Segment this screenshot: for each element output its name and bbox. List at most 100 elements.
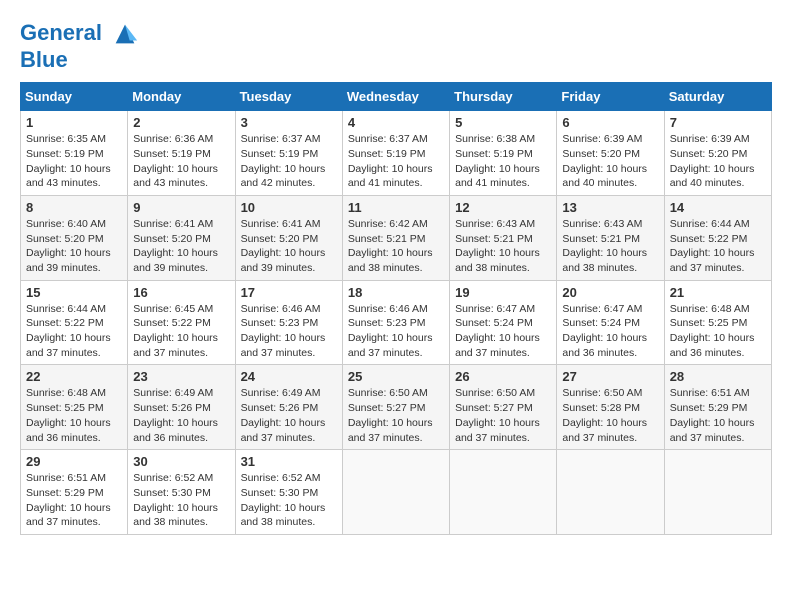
- sunrise-label: Sunrise: 6:39 AM: [670, 133, 750, 145]
- daylight-label: Daylight: 10 hours and 41 minutes.: [348, 163, 433, 190]
- daylight-label: Daylight: 10 hours and 43 minutes.: [133, 163, 218, 190]
- calendar-week-1: 1 Sunrise: 6:35 AM Sunset: 5:19 PM Dayli…: [21, 111, 772, 196]
- sunrise-label: Sunrise: 6:50 AM: [348, 387, 428, 399]
- weekday-friday: Friday: [557, 83, 664, 111]
- day-info: Sunrise: 6:47 AM Sunset: 5:24 PM Dayligh…: [562, 302, 658, 361]
- daylight-label: Daylight: 10 hours and 36 minutes.: [670, 332, 755, 359]
- sunset-label: Sunset: 5:23 PM: [241, 317, 319, 329]
- daylight-label: Daylight: 10 hours and 39 minutes.: [26, 247, 111, 274]
- day-cell-1: 1 Sunrise: 6:35 AM Sunset: 5:19 PM Dayli…: [21, 111, 128, 196]
- sunset-label: Sunset: 5:30 PM: [133, 487, 211, 499]
- day-cell-21: 21 Sunrise: 6:48 AM Sunset: 5:25 PM Dayl…: [664, 280, 771, 365]
- day-cell-31: 31 Sunrise: 6:52 AM Sunset: 5:30 PM Dayl…: [235, 450, 342, 535]
- daylight-label: Daylight: 10 hours and 37 minutes.: [348, 332, 433, 359]
- day-info: Sunrise: 6:35 AM Sunset: 5:19 PM Dayligh…: [26, 132, 122, 191]
- daylight-label: Daylight: 10 hours and 37 minutes.: [455, 417, 540, 444]
- sunrise-label: Sunrise: 6:48 AM: [670, 303, 750, 315]
- daylight-label: Daylight: 10 hours and 42 minutes.: [241, 163, 326, 190]
- sunrise-label: Sunrise: 6:44 AM: [670, 218, 750, 230]
- daylight-label: Daylight: 10 hours and 38 minutes.: [241, 502, 326, 529]
- sunrise-label: Sunrise: 6:49 AM: [133, 387, 213, 399]
- day-number: 31: [241, 454, 337, 469]
- day-cell-14: 14 Sunrise: 6:44 AM Sunset: 5:22 PM Dayl…: [664, 195, 771, 280]
- day-info: Sunrise: 6:52 AM Sunset: 5:30 PM Dayligh…: [241, 471, 337, 530]
- daylight-label: Daylight: 10 hours and 36 minutes.: [562, 332, 647, 359]
- day-info: Sunrise: 6:50 AM Sunset: 5:27 PM Dayligh…: [348, 386, 444, 445]
- day-number: 19: [455, 285, 551, 300]
- daylight-label: Daylight: 10 hours and 40 minutes.: [562, 163, 647, 190]
- calendar-body: 1 Sunrise: 6:35 AM Sunset: 5:19 PM Dayli…: [21, 111, 772, 535]
- day-cell-23: 23 Sunrise: 6:49 AM Sunset: 5:26 PM Dayl…: [128, 365, 235, 450]
- day-info: Sunrise: 6:51 AM Sunset: 5:29 PM Dayligh…: [26, 471, 122, 530]
- sunset-label: Sunset: 5:25 PM: [26, 402, 104, 414]
- sunset-label: Sunset: 5:29 PM: [670, 402, 748, 414]
- day-info: Sunrise: 6:37 AM Sunset: 5:19 PM Dayligh…: [241, 132, 337, 191]
- sunrise-label: Sunrise: 6:46 AM: [348, 303, 428, 315]
- sunrise-label: Sunrise: 6:40 AM: [26, 218, 106, 230]
- sunset-label: Sunset: 5:26 PM: [241, 402, 319, 414]
- day-cell-15: 15 Sunrise: 6:44 AM Sunset: 5:22 PM Dayl…: [21, 280, 128, 365]
- day-info: Sunrise: 6:45 AM Sunset: 5:22 PM Dayligh…: [133, 302, 229, 361]
- sunrise-label: Sunrise: 6:51 AM: [26, 472, 106, 484]
- sunset-label: Sunset: 5:19 PM: [241, 148, 319, 160]
- day-info: Sunrise: 6:39 AM Sunset: 5:20 PM Dayligh…: [670, 132, 766, 191]
- sunrise-label: Sunrise: 6:49 AM: [241, 387, 321, 399]
- day-cell-24: 24 Sunrise: 6:49 AM Sunset: 5:26 PM Dayl…: [235, 365, 342, 450]
- day-cell-9: 9 Sunrise: 6:41 AM Sunset: 5:20 PM Dayli…: [128, 195, 235, 280]
- daylight-label: Daylight: 10 hours and 40 minutes.: [670, 163, 755, 190]
- day-cell-29: 29 Sunrise: 6:51 AM Sunset: 5:29 PM Dayl…: [21, 450, 128, 535]
- sunrise-label: Sunrise: 6:43 AM: [562, 218, 642, 230]
- sunset-label: Sunset: 5:24 PM: [562, 317, 640, 329]
- day-info: Sunrise: 6:46 AM Sunset: 5:23 PM Dayligh…: [348, 302, 444, 361]
- sunset-label: Sunset: 5:19 PM: [26, 148, 104, 160]
- sunrise-label: Sunrise: 6:52 AM: [133, 472, 213, 484]
- day-cell-30: 30 Sunrise: 6:52 AM Sunset: 5:30 PM Dayl…: [128, 450, 235, 535]
- day-cell-17: 17 Sunrise: 6:46 AM Sunset: 5:23 PM Dayl…: [235, 280, 342, 365]
- day-cell-27: 27 Sunrise: 6:50 AM Sunset: 5:28 PM Dayl…: [557, 365, 664, 450]
- day-number: 30: [133, 454, 229, 469]
- sunset-label: Sunset: 5:20 PM: [670, 148, 748, 160]
- day-number: 25: [348, 369, 444, 384]
- day-info: Sunrise: 6:39 AM Sunset: 5:20 PM Dayligh…: [562, 132, 658, 191]
- day-number: 14: [670, 200, 766, 215]
- day-cell-26: 26 Sunrise: 6:50 AM Sunset: 5:27 PM Dayl…: [450, 365, 557, 450]
- sunset-label: Sunset: 5:20 PM: [562, 148, 640, 160]
- day-number: 24: [241, 369, 337, 384]
- day-info: Sunrise: 6:43 AM Sunset: 5:21 PM Dayligh…: [562, 217, 658, 276]
- day-number: 4: [348, 115, 444, 130]
- day-cell-6: 6 Sunrise: 6:39 AM Sunset: 5:20 PM Dayli…: [557, 111, 664, 196]
- daylight-label: Daylight: 10 hours and 36 minutes.: [133, 417, 218, 444]
- sunrise-label: Sunrise: 6:50 AM: [562, 387, 642, 399]
- sunset-label: Sunset: 5:28 PM: [562, 402, 640, 414]
- day-cell-16: 16 Sunrise: 6:45 AM Sunset: 5:22 PM Dayl…: [128, 280, 235, 365]
- calendar-week-4: 22 Sunrise: 6:48 AM Sunset: 5:25 PM Dayl…: [21, 365, 772, 450]
- page-header: General Blue: [20, 20, 772, 72]
- daylight-label: Daylight: 10 hours and 38 minutes.: [562, 247, 647, 274]
- day-number: 1: [26, 115, 122, 130]
- day-number: 12: [455, 200, 551, 215]
- day-number: 6: [562, 115, 658, 130]
- day-number: 2: [133, 115, 229, 130]
- day-cell-28: 28 Sunrise: 6:51 AM Sunset: 5:29 PM Dayl…: [664, 365, 771, 450]
- sunrise-label: Sunrise: 6:41 AM: [133, 218, 213, 230]
- day-cell-2: 2 Sunrise: 6:36 AM Sunset: 5:19 PM Dayli…: [128, 111, 235, 196]
- day-info: Sunrise: 6:36 AM Sunset: 5:19 PM Dayligh…: [133, 132, 229, 191]
- logo-icon: [111, 20, 139, 48]
- day-cell-3: 3 Sunrise: 6:37 AM Sunset: 5:19 PM Dayli…: [235, 111, 342, 196]
- day-info: Sunrise: 6:37 AM Sunset: 5:19 PM Dayligh…: [348, 132, 444, 191]
- day-number: 15: [26, 285, 122, 300]
- day-number: 28: [670, 369, 766, 384]
- day-number: 20: [562, 285, 658, 300]
- day-info: Sunrise: 6:38 AM Sunset: 5:19 PM Dayligh…: [455, 132, 551, 191]
- daylight-label: Daylight: 10 hours and 37 minutes.: [241, 417, 326, 444]
- daylight-label: Daylight: 10 hours and 37 minutes.: [562, 417, 647, 444]
- day-number: 17: [241, 285, 337, 300]
- logo-blue: Blue: [20, 48, 139, 72]
- day-number: 9: [133, 200, 229, 215]
- day-info: Sunrise: 6:44 AM Sunset: 5:22 PM Dayligh…: [670, 217, 766, 276]
- sunrise-label: Sunrise: 6:43 AM: [455, 218, 535, 230]
- weekday-header-row: SundayMondayTuesdayWednesdayThursdayFrid…: [21, 83, 772, 111]
- day-info: Sunrise: 6:50 AM Sunset: 5:27 PM Dayligh…: [455, 386, 551, 445]
- sunset-label: Sunset: 5:22 PM: [670, 233, 748, 245]
- empty-cell: [342, 450, 449, 535]
